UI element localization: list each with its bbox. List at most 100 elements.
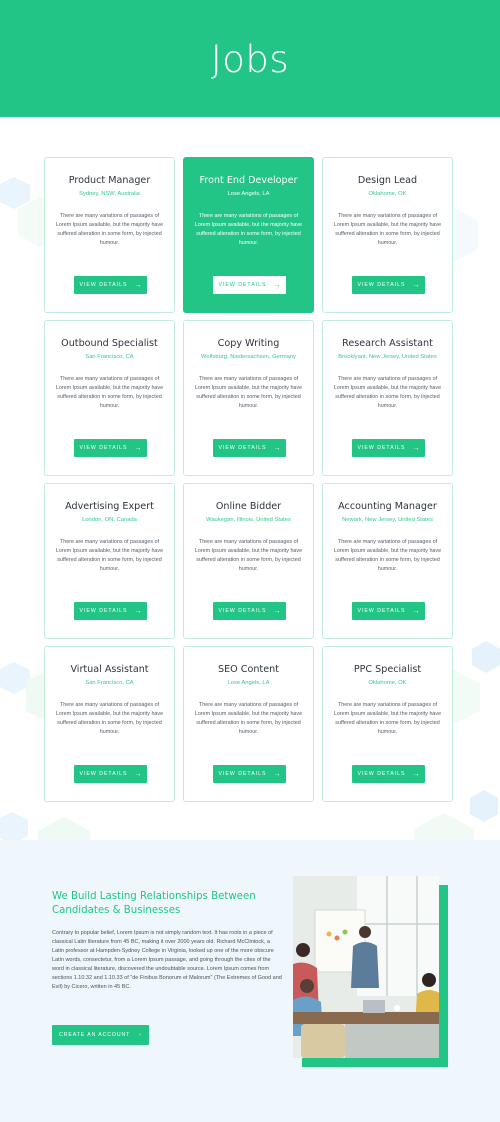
team-meeting-photo <box>293 876 439 1058</box>
job-card-seo-content: SEO Content Lose Angels, LA There are many… <box>183 646 314 802</box>
hexagon-shape <box>0 662 30 694</box>
job-title: Online Bidder <box>215 501 282 512</box>
arrow-right-icon: → <box>412 281 420 289</box>
view-details-button[interactable]: VIEW DETAILS → <box>74 765 147 783</box>
view-details-button[interactable]: VIEW DETAILS → <box>213 765 286 783</box>
job-grid: Product Manager Sydney, NSW, Australia The… <box>44 157 456 802</box>
arrow-right-icon: → <box>273 770 281 778</box>
job-location: London, ON, Canada <box>82 517 137 523</box>
job-title: Research Assistant <box>342 338 433 349</box>
job-card-copy-writing: Copy Writing Wolfsburg, Niedersachsen, Ge… <box>183 320 314 476</box>
job-card-accounting-manager: Accounting Manager Newark, New Jersey, Un… <box>322 483 453 639</box>
view-details-label: VIEW DETAILS <box>79 282 128 288</box>
job-description: There are many variations of passages of… <box>194 539 303 572</box>
job-card-online-bidder: Online Bidder Waukegan, Illinois, United … <box>183 483 314 639</box>
about-section: We Build Lasting Relationships Between C… <box>0 840 500 1122</box>
view-details-button[interactable]: VIEW DETAILS → <box>352 439 425 457</box>
person-head <box>359 926 371 938</box>
chevron-right-icon: › <box>139 1032 142 1038</box>
person-head <box>300 979 314 993</box>
arrow-right-icon: → <box>134 770 142 778</box>
view-details-label: VIEW DETAILS <box>218 771 267 777</box>
view-details-label: VIEW DETAILS <box>357 608 406 614</box>
hexagon-shape <box>472 641 500 673</box>
job-title: Advertising Expert <box>65 501 154 512</box>
person-body <box>351 942 379 988</box>
create-account-label: CREATE AN ACCOUNT <box>59 1032 131 1038</box>
view-details-label: VIEW DETAILS <box>79 608 128 614</box>
view-details-button[interactable]: VIEW DETAILS → <box>352 765 425 783</box>
view-details-label: VIEW DETAILS <box>79 771 128 777</box>
view-details-label: VIEW DETAILS <box>218 282 267 288</box>
job-card-product-manager: Product Manager Sydney, NSW, Australia The… <box>44 157 175 313</box>
sticky-note <box>334 935 340 941</box>
job-card-research-assistant: Research Assistant Brooklyant, New Jersey… <box>322 320 453 476</box>
chair <box>301 1024 345 1058</box>
create-account-button[interactable]: CREATE AN ACCOUNT › <box>52 1025 149 1045</box>
job-location: Waukegan, Illinois, United States <box>206 517 291 523</box>
arrow-right-icon: → <box>134 607 142 615</box>
person-head <box>296 943 310 957</box>
job-description: There are many variations of passages of… <box>55 376 164 409</box>
job-title: Front End Developer <box>199 175 298 186</box>
job-title: PPC Specialist <box>353 664 422 675</box>
hexagon-shape <box>0 177 30 209</box>
job-card-virtual-assistant: Virtual Assistant San Francisco, CA There … <box>44 646 175 802</box>
job-card-ppc-specialist: PPC Specialist Oklahome, OK There are many… <box>322 646 453 802</box>
job-location: Oklahome, OK <box>368 680 407 686</box>
view-details-button[interactable]: VIEW DETAILS → <box>352 602 425 620</box>
job-title: Virtual Assistant <box>70 664 149 675</box>
laptop <box>363 1000 385 1013</box>
view-details-button[interactable]: VIEW DETAILS → <box>74 439 147 457</box>
job-description: There are many variations of passages of… <box>55 213 164 246</box>
floor <box>345 1024 439 1058</box>
hexagon-shape <box>414 813 474 840</box>
job-title: Copy Writing <box>217 338 280 349</box>
jobs-section: Product Manager Sydney, NSW, Australia The… <box>0 117 500 840</box>
cup <box>394 1005 400 1011</box>
sticky-note <box>326 931 332 937</box>
job-description: There are many variations of passages of… <box>333 376 442 409</box>
arrow-right-icon: → <box>412 770 420 778</box>
job-location: Lose Angels, LA <box>227 680 270 686</box>
job-title: Accounting Manager <box>338 501 437 512</box>
arrow-right-icon: → <box>134 281 142 289</box>
table <box>293 1012 439 1024</box>
view-details-button[interactable]: VIEW DETAILS → <box>74 276 147 294</box>
job-description: There are many variations of passages of… <box>194 213 303 246</box>
about-body-text: Contrary to popular belief, Lorem Ipsum … <box>52 930 282 990</box>
job-location: San Francisco, CA <box>85 680 134 686</box>
job-card-design-lead: Design Lead Oklahome, OK There are many va… <box>322 157 453 313</box>
view-details-button[interactable]: VIEW DETAILS → <box>352 276 425 294</box>
job-location: Sydney, NSW, Australia <box>79 191 140 197</box>
arrow-right-icon: → <box>412 607 420 615</box>
view-details-button[interactable]: VIEW DETAILS → <box>74 602 147 620</box>
job-card-front-end-developer: Front End Developer Lose Angels, LA There … <box>183 157 314 313</box>
view-details-label: VIEW DETAILS <box>218 445 267 451</box>
view-details-button[interactable]: VIEW DETAILS → <box>213 276 286 294</box>
job-location: Lose Angels, LA <box>227 191 270 197</box>
view-details-button[interactable]: VIEW DETAILS → <box>213 602 286 620</box>
hexagon-shape <box>38 817 90 840</box>
hero-banner: Jobs <box>0 0 500 117</box>
job-description: There are many variations of passages of… <box>55 539 164 572</box>
person-head <box>422 973 436 987</box>
arrow-right-icon: → <box>273 607 281 615</box>
view-details-label: VIEW DETAILS <box>357 771 406 777</box>
arrow-right-icon: → <box>273 281 281 289</box>
view-details-label: VIEW DETAILS <box>79 445 128 451</box>
view-details-button[interactable]: VIEW DETAILS → <box>213 439 286 457</box>
job-title: Product Manager <box>68 175 151 186</box>
arrow-right-icon: → <box>134 444 142 452</box>
job-description: There are many variations of passages of… <box>333 539 442 572</box>
job-card-advertising-expert: Advertising Expert London, ON, Canada Ther… <box>44 483 175 639</box>
hexagon-shape <box>470 790 498 822</box>
sticky-note <box>342 929 348 935</box>
job-location: Oklahome, OK <box>368 191 407 197</box>
job-description: There are many variations of passages of… <box>194 376 303 409</box>
job-title: SEO Content <box>218 664 279 675</box>
about-heading: We Build Lasting Relationships Between C… <box>52 891 256 916</box>
job-location: Newark, New Jersey, United States <box>342 517 433 523</box>
hexagon-shape <box>0 812 28 840</box>
view-details-label: VIEW DETAILS <box>357 445 406 451</box>
